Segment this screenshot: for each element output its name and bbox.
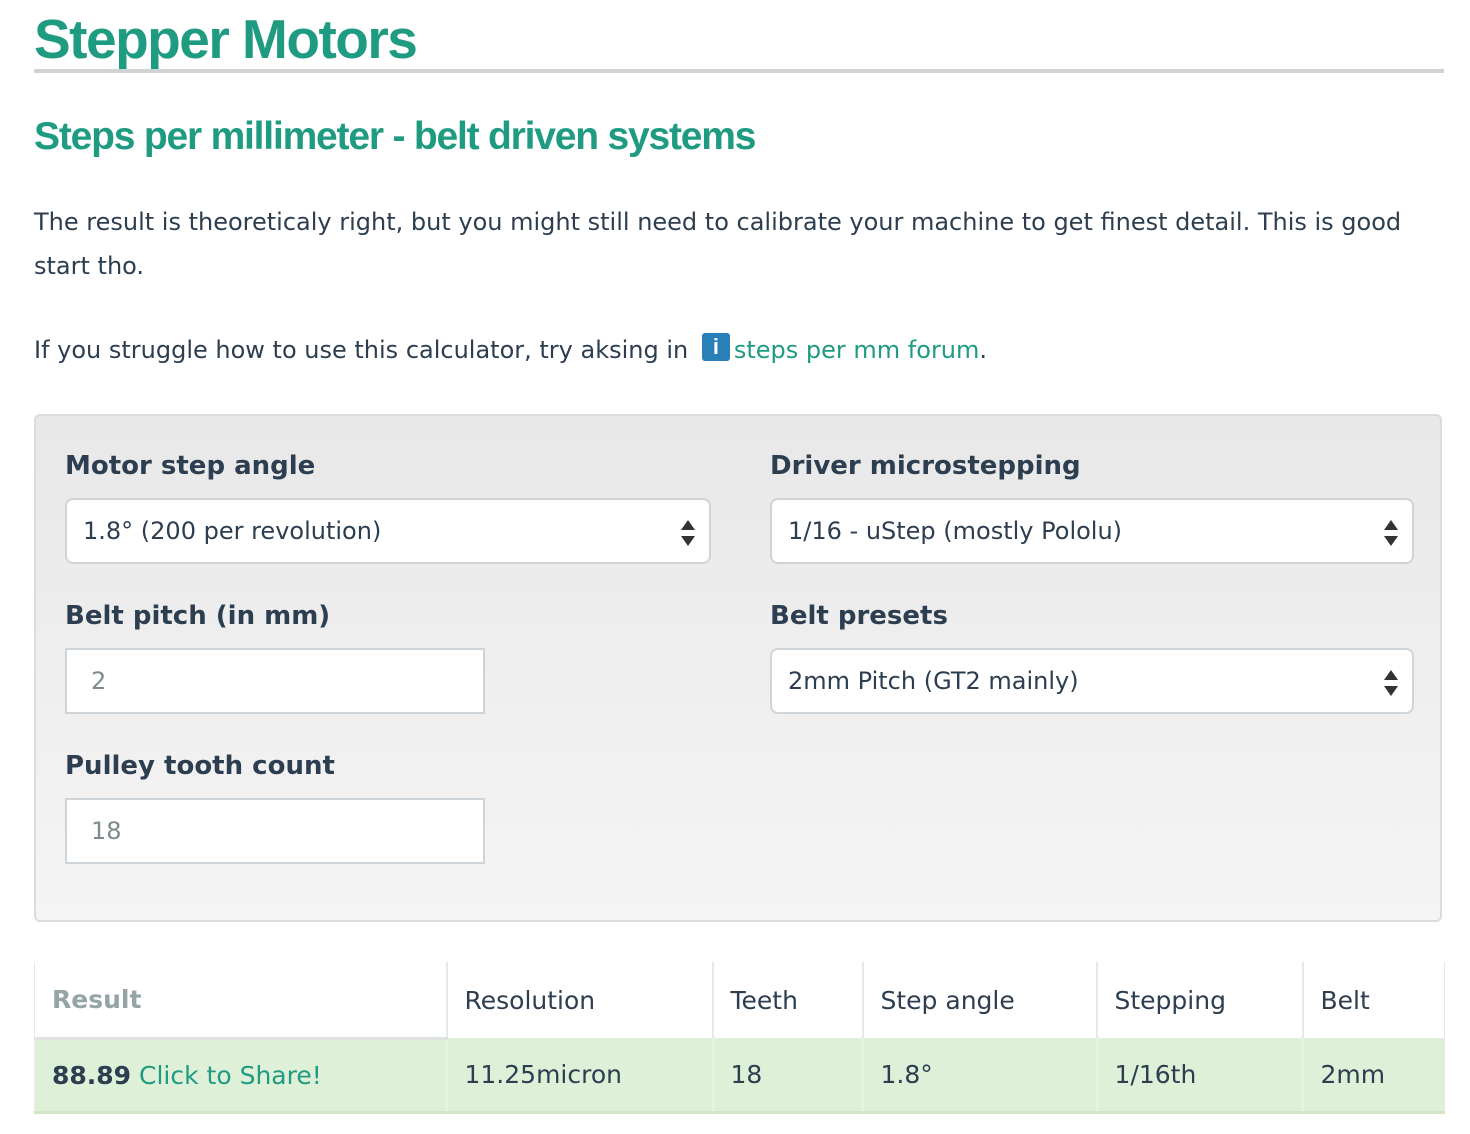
motor-step-angle-label: Motor step angle [65,451,316,481]
stepping-cell: 1/16th [1095,1038,1303,1114]
column-header-teeth: Teeth [711,962,863,1038]
results-table: Result Resolution Teeth Step angle Stepp… [34,962,1445,1114]
result-value: 88.89 [52,1060,132,1090]
column-header-result: Result [34,962,447,1040]
column-header-step-angle: Step angle [861,962,1097,1038]
belt-cell: 2mm [1301,1038,1445,1114]
teeth-cell: 18 [711,1038,863,1114]
belt-presets-label: Belt presets [770,601,948,631]
motor-step-angle-select[interactable]: 1.8° (200 per revolution) [65,498,711,564]
select-arrows-icon [1384,520,1398,546]
motor-step-angle-value: 1.8° (200 per revolution) [83,517,382,545]
column-header-resolution: Resolution [445,962,713,1038]
driver-microstepping-select[interactable]: 1/16 - uStep (mostly Pololu) [770,498,1414,564]
resolution-cell: 11.25micron [445,1038,713,1114]
results-row: 88.89 Click to Share! 11.25micron 18 1.8… [34,1038,1445,1114]
result-cell: 88.89 Click to Share! [34,1038,447,1114]
belt-pitch-label: Belt pitch (in mm) [65,601,331,631]
pulley-tooth-count-input[interactable]: 18 [65,798,485,864]
share-link[interactable]: Click to Share! [139,1061,322,1090]
section-title: Steps per millimeter - belt driven syste… [34,115,756,158]
belt-pitch-input[interactable]: 2 [65,648,485,714]
forum-link[interactable]: steps per mm forum [734,336,980,364]
help-text: If you struggle how to use this calculat… [34,328,1434,372]
select-arrows-icon [1384,670,1398,696]
pulley-tooth-count-label: Pulley tooth count [65,751,335,781]
help-prefix: If you struggle how to use this calculat… [34,336,689,364]
results-header-row: Result Resolution Teeth Step angle Stepp… [34,962,1445,1040]
intro-text: The result is theoreticaly right, but yo… [34,208,1402,280]
page-title: Stepper Motors [34,8,418,70]
select-arrows-icon [681,520,695,546]
belt-presets-select[interactable]: 2mm Pitch (GT2 mainly) [770,648,1414,714]
help-suffix: . [979,336,988,364]
belt-presets-value: 2mm Pitch (GT2 mainly) [788,667,1079,695]
page: Stepper Motors Steps per millimeter - be… [0,0,1470,1134]
driver-microstepping-label: Driver microstepping [770,451,1081,481]
driver-microstepping-value: 1/16 - uStep (mostly Pololu) [788,517,1123,545]
calculator-form: Motor step angle 1.8° (200 per revolutio… [34,414,1442,922]
column-header-belt: Belt [1301,962,1445,1038]
title-divider [34,69,1444,73]
column-header-stepping: Stepping [1095,962,1303,1038]
info-icon: i [701,333,730,361]
step-angle-cell: 1.8° [861,1038,1097,1114]
